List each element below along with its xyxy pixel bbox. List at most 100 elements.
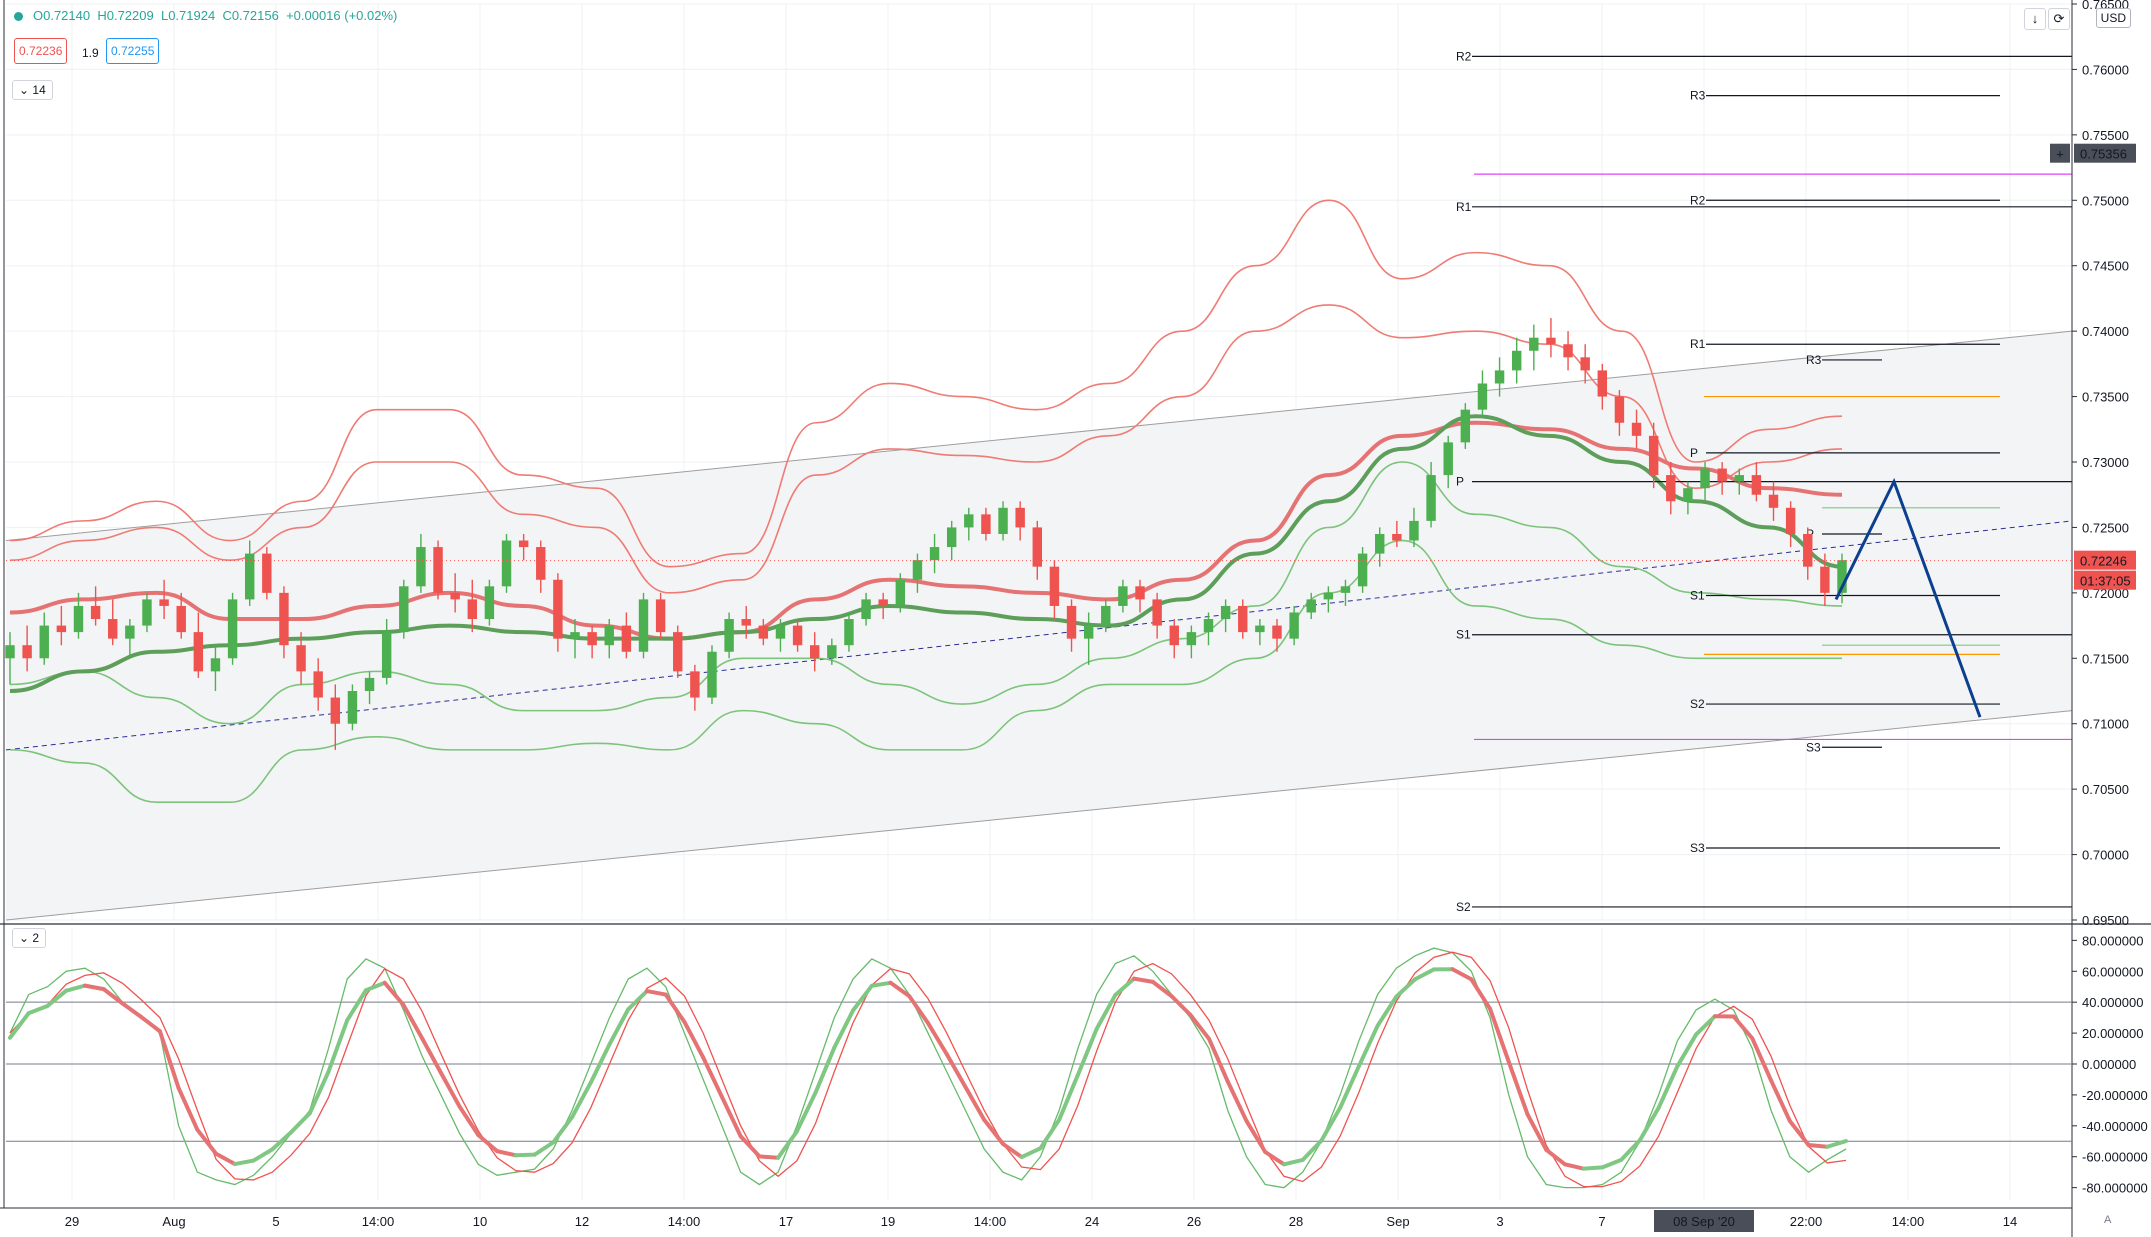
oscillator-count: 2 xyxy=(32,931,40,945)
chart-canvas[interactable]: R2R1PS1S2R3R2R1PS1S2S3R3PS30.695000.7000… xyxy=(0,0,2151,1237)
candle-body xyxy=(1238,605,1248,633)
candle-body xyxy=(792,625,803,646)
oscillator-smoothed-segment xyxy=(26,1003,50,1016)
candle-body xyxy=(313,671,323,698)
candle-body xyxy=(399,586,409,633)
price-tick-label: 0.73500 xyxy=(2082,390,2129,405)
price-tick-label: 0.71500 xyxy=(2082,651,2129,666)
oscillator-smoothed-segment xyxy=(1094,993,1118,1031)
candle-body xyxy=(1717,468,1727,482)
oscillator-smoothed-segment xyxy=(1562,1162,1586,1171)
price-tick-label: 0.75500 xyxy=(2082,128,2129,143)
monthly-pivot-label: S1 xyxy=(1456,628,1471,642)
candle-body xyxy=(536,547,546,580)
candle-body xyxy=(810,645,820,659)
indicator-count: 14 xyxy=(32,83,46,97)
candle-body xyxy=(1118,586,1128,606)
oscillator-collapse-button[interactable]: ⌄ 2 xyxy=(12,928,47,948)
candle-body xyxy=(1666,475,1676,502)
candle-body xyxy=(1049,566,1060,606)
time-tick-label: 14:00 xyxy=(668,1214,701,1229)
oscillator-tick-label: 20.000000 xyxy=(2082,1026,2143,1041)
time-tick-label: 14:00 xyxy=(1892,1214,1925,1229)
candle-body xyxy=(1751,475,1762,495)
time-tick-label: 14 xyxy=(2003,1214,2017,1229)
candle-body xyxy=(1135,586,1145,600)
status-dot-icon xyxy=(14,12,23,22)
oscillator-smoothed-segment xyxy=(1244,1118,1268,1155)
oscillator-smoothed-segment xyxy=(1188,1012,1212,1041)
time-tick-label: 10 xyxy=(473,1214,487,1229)
ohlc-legend: O0.72140 H0.72209 L0.71924 C0.72156 +0.0… xyxy=(14,8,397,23)
currency-label[interactable]: USD xyxy=(2095,8,2131,28)
candle-body xyxy=(1529,337,1539,351)
candle-body xyxy=(73,605,84,633)
candle-body xyxy=(279,592,289,646)
oscillator-smoothed-segment xyxy=(363,980,387,993)
candle-body xyxy=(262,553,272,593)
oscillator-smoothed-segment xyxy=(382,980,406,1007)
oscillator-smoothed-segment xyxy=(476,1133,500,1154)
buy-button[interactable]: 0.72255 xyxy=(106,38,160,64)
candle-body xyxy=(176,605,186,633)
candle-body xyxy=(1272,625,1282,639)
candle-body xyxy=(964,514,974,528)
oscillator-smoothed-segment xyxy=(813,1045,837,1095)
spread-value: 1.9 xyxy=(82,46,99,60)
candle-body xyxy=(673,632,683,672)
candle-body xyxy=(1648,435,1659,476)
oscillator-smoothed-segment xyxy=(1769,1078,1792,1123)
candle-body xyxy=(1546,337,1556,345)
candle-body xyxy=(1785,507,1796,534)
oscillator-smoothed-segment xyxy=(1319,1105,1343,1143)
candle-body xyxy=(416,547,426,587)
weekly-pivot-label: S1 xyxy=(1690,588,1705,602)
auto-scale-button[interactable]: A xyxy=(2104,1214,2111,1226)
indicator-collapse-button[interactable]: ⌄ 14 xyxy=(12,80,53,100)
oscillator-smoothed-segment xyxy=(345,988,368,1023)
candle-body xyxy=(5,645,15,659)
sell-button[interactable]: 0.72236 xyxy=(14,38,68,64)
oscillator-smoothed-segment xyxy=(1281,1157,1305,1167)
price-tick-label: 0.70500 xyxy=(2082,782,2129,797)
candle-body xyxy=(1803,533,1813,567)
time-tick-label: 3 xyxy=(1496,1214,1503,1229)
time-tick-label: 5 xyxy=(272,1214,279,1229)
oscillator-smoothed-segment xyxy=(851,983,874,1013)
candle-body xyxy=(775,625,786,639)
candle-body xyxy=(912,560,923,580)
oscillator-smoothed-segment xyxy=(907,994,930,1026)
bid-price: 0.72236 xyxy=(19,44,63,58)
candle-body xyxy=(1597,370,1608,397)
oscillator-smoothed-segment xyxy=(1356,1023,1380,1069)
close-value: C0.72156 xyxy=(222,8,279,23)
time-tick-label: 29 xyxy=(65,1214,79,1229)
price-tick-label: 0.71000 xyxy=(2082,717,2129,732)
weekly-pivot-label: R2 xyxy=(1690,193,1706,207)
candle-body xyxy=(1169,625,1179,646)
refresh-icon[interactable]: ⟳ xyxy=(2048,8,2070,30)
candle-body xyxy=(1306,599,1316,613)
oscillator-smoothed-segment xyxy=(120,1001,144,1019)
candle-body xyxy=(1631,422,1642,436)
price-tick-label: 0.73000 xyxy=(2082,455,2129,470)
oscillator-smoothed-segment xyxy=(1450,967,1474,982)
oscillator-smoothed-segment xyxy=(45,988,69,1008)
candle-body xyxy=(518,540,529,548)
oscillator-smoothed-segment xyxy=(1525,1112,1549,1152)
candle-body xyxy=(570,632,580,639)
scroll-down-icon[interactable]: ↓ xyxy=(2024,8,2046,30)
oscillator-tick-label: 80.000000 xyxy=(2082,933,2143,948)
candle-body xyxy=(844,619,854,646)
candle-body xyxy=(604,625,614,646)
candle-body xyxy=(347,691,358,724)
candle-body xyxy=(1289,612,1299,639)
candle-body xyxy=(1477,383,1488,410)
candle-body xyxy=(1255,625,1265,633)
candle-body xyxy=(159,599,169,606)
monthly-pivot-label: S2 xyxy=(1456,900,1471,914)
candle-body xyxy=(878,599,888,606)
time-tick-label: 19 xyxy=(881,1214,895,1229)
oscillator-d-line xyxy=(9,951,1847,1188)
time-tick-label: 17 xyxy=(779,1214,793,1229)
